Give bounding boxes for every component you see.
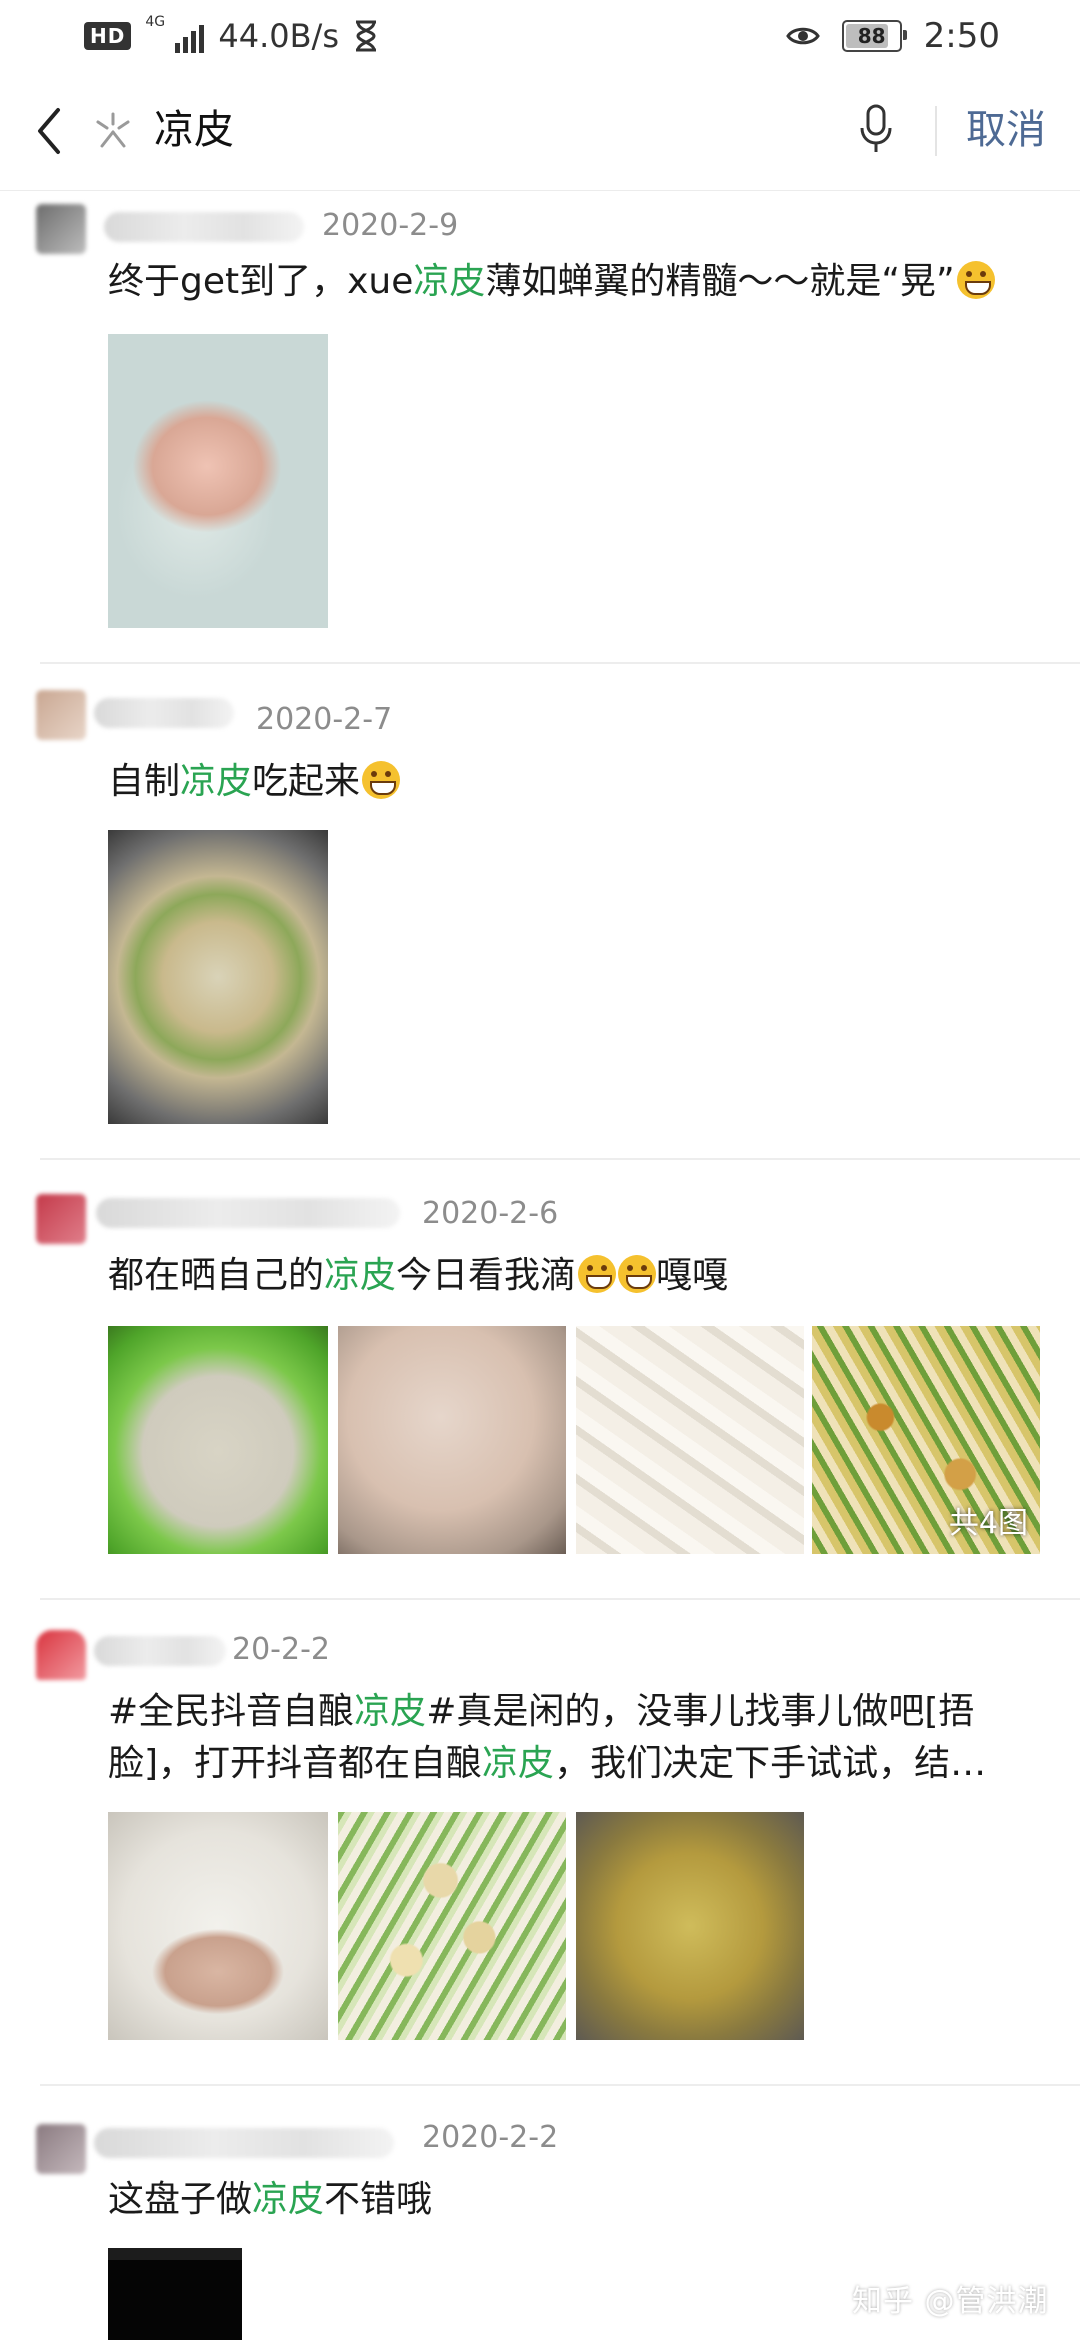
back-arrow-icon[interactable] <box>30 104 70 158</box>
avatar[interactable] <box>36 2124 86 2174</box>
clock: 2:50 <box>923 16 1000 56</box>
squint-emoji-icon <box>618 1255 657 1293</box>
post-image[interactable]: 共4图 <box>812 1326 1040 1554</box>
post-image[interactable] <box>576 1812 804 2040</box>
author-name-blurred[interactable] <box>104 212 304 242</box>
avatar[interactable] <box>36 1630 86 1680</box>
eye-comfort-icon <box>785 27 820 45</box>
image-top-strip <box>108 2248 242 2260</box>
post-text: 自制凉皮吃起来 <box>108 756 1008 808</box>
post-date: 20-2-2 <box>232 1632 330 1667</box>
keyword-highlight: 凉皮 <box>180 761 253 802</box>
keyword-highlight: 凉皮 <box>324 1255 397 1296</box>
post-date: 2020-2-9 <box>322 208 459 243</box>
keyword-highlight: 凉皮 <box>354 1691 427 1732</box>
status-bar: HD 4G 44.0B/s 88 2:50 <box>0 0 1080 72</box>
post-image[interactable] <box>108 1812 328 2040</box>
search-bar: 凉皮 取消 <box>0 72 1080 191</box>
network-type: 4G <box>145 14 166 30</box>
battery-icon: 88 <box>841 20 907 52</box>
post-date: 2020-2-2 <box>422 2120 559 2155</box>
post-text: 终于get到了，xue凉皮薄如蝉翼的精髓～～就是“晃” <box>108 256 1008 308</box>
author-name-blurred[interactable] <box>96 1198 400 1228</box>
author-name-blurred[interactable] <box>94 698 234 728</box>
avatar[interactable] <box>36 1194 86 1244</box>
post-text: 都在晒自己的凉皮今日看我滴 嘎嘎 <box>108 1255 729 1296</box>
keyword-highlight: 凉皮 <box>252 2179 325 2220</box>
post-image[interactable] <box>108 1326 328 1554</box>
image-count-badge: 共4图 <box>948 1506 1028 1541</box>
post-image[interactable] <box>338 1326 566 1554</box>
moment-post-4[interactable]: 20-2-2 #全民抖音自酿凉皮#真是闲的，没事儿找事儿做吧[捂 脸]，打开抖音… <box>0 1600 1080 2086</box>
post-date: 2020-2-7 <box>256 702 393 737</box>
post-image[interactable] <box>108 830 328 1124</box>
keyword-highlight: 凉皮 <box>482 1743 555 1784</box>
search-channel-icon <box>96 112 130 148</box>
squint-emoji-icon <box>578 1255 617 1293</box>
battery-level: 88 <box>857 24 886 48</box>
post-text: 这盘子做凉皮不错哦 <box>108 2179 433 2220</box>
grin-emoji-icon <box>956 261 995 299</box>
microphone-icon[interactable] <box>858 102 894 158</box>
status-left: HD 4G 44.0B/s <box>84 14 379 58</box>
post-image[interactable] <box>108 334 328 628</box>
post-image[interactable] <box>108 2248 242 2340</box>
watermark: 知乎 @管洪潮 <box>852 2284 1049 2319</box>
avatar[interactable] <box>36 204 86 254</box>
status-right: 88 2:50 <box>785 14 1000 58</box>
hd-badge: HD <box>84 22 132 50</box>
grin-emoji-icon <box>362 761 401 799</box>
author-name-blurred[interactable] <box>94 2128 394 2158</box>
avatar[interactable] <box>36 690 86 740</box>
search-divider <box>935 106 937 156</box>
moment-post-1[interactable]: 2020-2-9 终于get到了，xue凉皮薄如蝉翼的精髓～～就是“晃” <box>0 190 1080 664</box>
moment-post-3[interactable]: 2020-2-6 都在晒自己的凉皮今日看我滴 嘎嘎 共4图 <box>0 1160 1080 1600</box>
signal-icon: 4G <box>145 15 205 53</box>
search-input[interactable]: 凉皮 <box>154 102 234 158</box>
keyword-highlight: 凉皮 <box>413 261 486 302</box>
network-speed: 44.0B/s <box>218 17 339 55</box>
post-text: #全民抖音自酿凉皮#真是闲的，没事儿找事儿做吧[捂 脸]，打开抖音都在自酿凉皮，… <box>108 1691 987 1784</box>
cancel-button[interactable]: 取消 <box>966 102 1046 158</box>
author-name-blurred[interactable] <box>94 1636 226 1666</box>
post-image[interactable] <box>576 1326 804 1554</box>
post-image[interactable] <box>338 1812 566 2040</box>
post-date: 2020-2-6 <box>422 1196 559 1231</box>
hourglass-icon <box>356 20 376 52</box>
moment-post-2[interactable]: 2020-2-7 自制凉皮吃起来 <box>0 664 1080 1160</box>
